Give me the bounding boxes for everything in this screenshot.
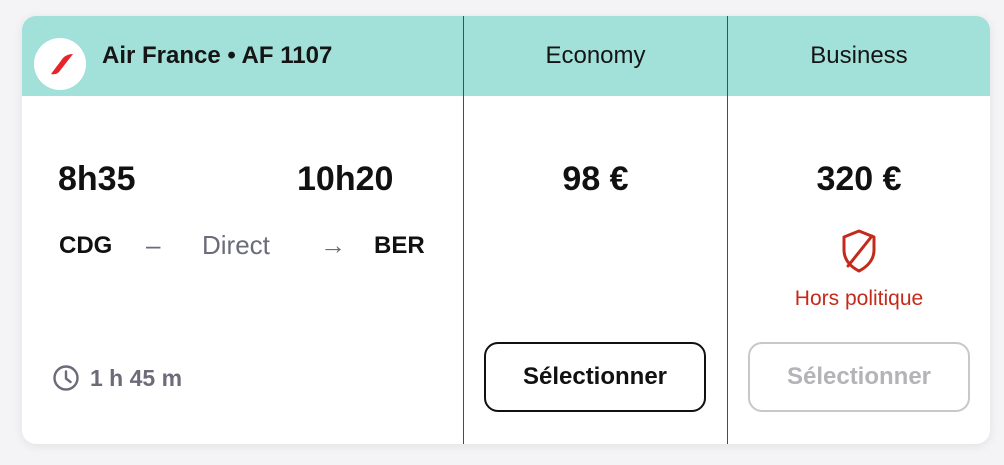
cabin-header-business: Business [810,42,908,69]
arrival-time: 10h20 [297,160,394,198]
column-divider [727,16,728,444]
origin-airport: CDG [59,232,113,259]
departure-time: 8h35 [58,160,136,198]
duration-text: 1 h 45 m [90,364,183,391]
shield-off-icon [842,229,876,273]
route-arrow-icon: → [320,230,346,260]
destination-airport: BER [374,232,425,259]
airline-flight-title: Air France • AF 1107 [102,42,333,69]
out-of-policy-label: Hors politique [794,287,924,310]
column-divider [463,16,464,444]
business-price: 320 € [816,160,902,198]
flight-card: Air France • AF 1107 Economy Business 8h… [22,16,990,444]
clock-icon [53,365,79,391]
route-dash: – [146,230,161,260]
select-economy-button[interactable]: Sélectionner [484,342,706,412]
economy-price: 98 € [562,160,629,198]
flight-duration: 1 h 45 m [52,364,182,392]
air-france-logo-icon [51,54,73,75]
stop-type: Direct [202,230,270,260]
air-france-logo [34,38,86,90]
cabin-header-economy: Economy [545,42,646,69]
select-business-button[interactable]: Sélectionner [748,342,970,412]
